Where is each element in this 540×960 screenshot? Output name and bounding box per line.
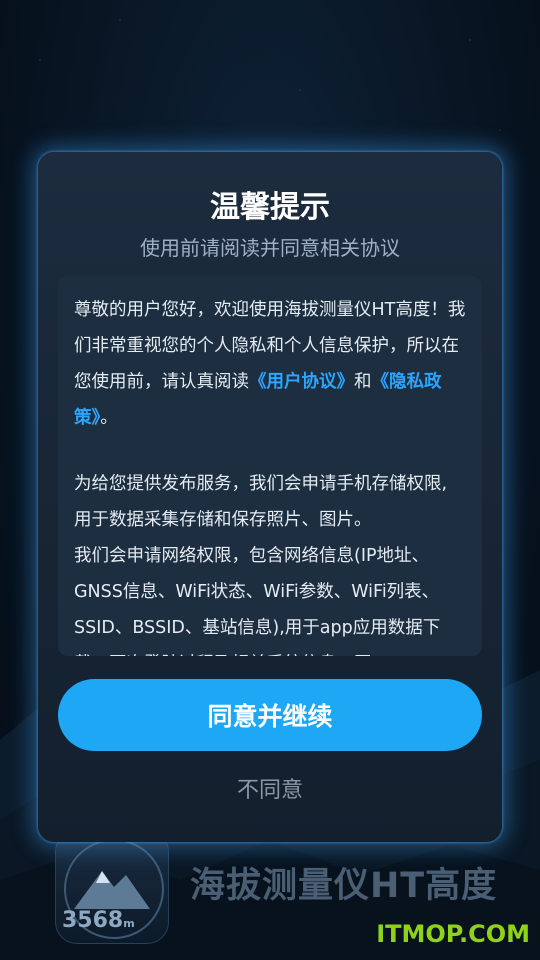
app-icon-altitude-unit: m <box>123 917 135 930</box>
agreement-paragraph-1: 尊敬的用户您好，欢迎使用海拔测量仪HT高度！我们非常重视您的个人隐私和个人信息保… <box>74 292 468 436</box>
watermark-text: ITMOP.COM <box>376 920 530 948</box>
privacy-dialog: 温馨提示 使用前请阅读并同意相关协议 尊敬的用户您好，欢迎使用海拔测量仪HT高度… <box>38 152 502 842</box>
paragraph-1-suffix: 。 <box>100 408 118 428</box>
app-name-title: 海拔测量仪HT高度 <box>190 866 498 906</box>
agreement-content: 尊敬的用户您好，欢迎使用海拔测量仪HT高度！我们非常重视您的个人隐私和个人信息保… <box>58 276 482 656</box>
agreement-paragraph-3: 我们会申请网络权限，包含网络信息(IP地址、GNSS信息、WiFi状态、WiFi… <box>74 546 441 656</box>
dialog-title: 温馨提示 <box>210 190 330 225</box>
agreement-paragraph-2: 为给您提供发布服务，我们会申请手机存储权限, 用于数据采集存储和保存照片、图片。 <box>74 474 448 530</box>
user-agreement-link[interactable]: 《用户协议》 <box>249 372 354 392</box>
disagree-button[interactable]: 不同意 <box>170 770 370 806</box>
app-icon: 3568m <box>55 830 169 944</box>
agreement-content-scroll[interactable]: 尊敬的用户您好，欢迎使用海拔测量仪HT高度！我们非常重视您的个人隐私和个人信息保… <box>58 276 482 656</box>
app-icon-altitude-value: 3568 <box>62 908 124 933</box>
paragraph-1-and: 和 <box>354 372 372 392</box>
agree-continue-button[interactable]: 同意并继续 <box>58 679 482 751</box>
dialog-subtitle: 使用前请阅读并同意相关协议 <box>140 236 400 260</box>
